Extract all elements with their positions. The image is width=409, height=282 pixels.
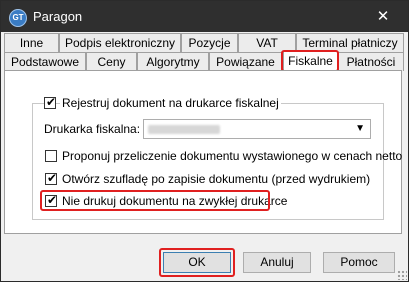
resize-grip-icon[interactable] [397, 270, 407, 280]
tab-powiazane[interactable]: Powiązane [209, 52, 282, 71]
printer-value-blurred [148, 125, 220, 134]
no-print-label: Nie drukuj dokumentu na zwykłej drukarce [62, 194, 288, 208]
help-button[interactable]: Pomoc [323, 252, 395, 273]
open-drawer-label: Otwórz szufladę po zapisie dokumentu (pr… [62, 172, 371, 186]
open-drawer-checkbox[interactable]: ✔ [45, 171, 57, 185]
cancel-button[interactable]: Anuluj [243, 252, 311, 273]
no-print-checkbox[interactable]: ✔ [45, 193, 57, 207]
tab-ceny[interactable]: Ceny [86, 52, 137, 71]
tab-terminal-platniczy[interactable]: Terminal płatniczy [296, 33, 404, 52]
window-title: Paragon [33, 9, 83, 24]
recalc-net-label: Proponuj przeliczenie dokumentu wystawio… [62, 149, 403, 163]
title-bar: GT Paragon ✕ [1, 1, 408, 32]
printer-select[interactable]: ▼ [143, 119, 371, 139]
tab-algorytmy[interactable]: Algorytmy [137, 52, 209, 71]
recalc-net-checkbox[interactable] [45, 150, 57, 162]
tab-podstawowe[interactable]: Podstawowe [4, 52, 86, 71]
tab-fiskalne[interactable]: Fiskalne [283, 51, 338, 71]
tab-vat[interactable]: VAT [238, 33, 296, 52]
ok-button[interactable]: OK [163, 252, 231, 273]
paragon-app-icon: GT [9, 9, 27, 27]
tab-podpis-elektroniczny[interactable]: Podpis elektroniczny [59, 33, 181, 52]
chevron-down-icon: ▼ [355, 123, 365, 134]
register-fiscal-label: Rejestruj dokument na drukarce fiskalnej [60, 96, 281, 110]
tab-pozycje[interactable]: Pozycje [181, 33, 238, 52]
tab-inne[interactable]: Inne [4, 33, 59, 52]
tab-platnosci[interactable]: Płatności [338, 52, 404, 71]
printer-label: Drukarka fiskalna: [44, 122, 141, 136]
close-icon[interactable]: ✕ [373, 7, 393, 27]
register-fiscal-checkbox[interactable]: ✔ [44, 95, 56, 109]
